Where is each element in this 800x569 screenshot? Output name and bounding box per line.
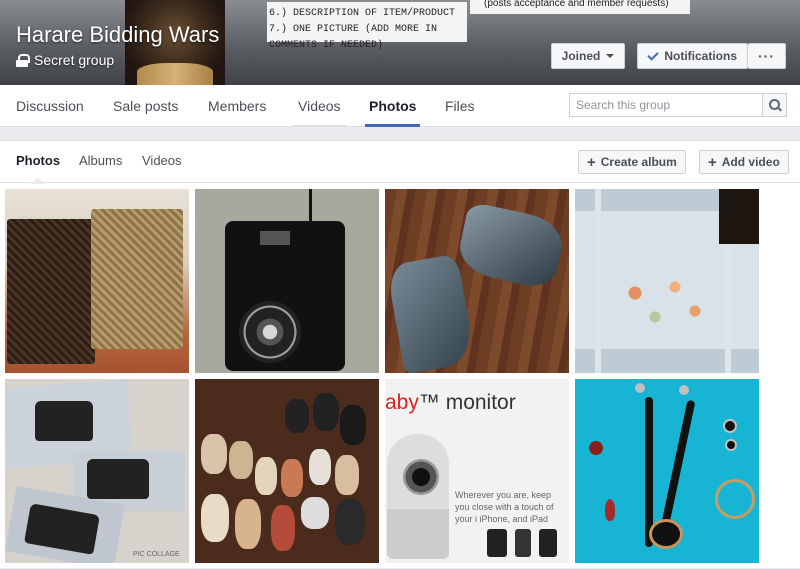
more-button[interactable]: ··· xyxy=(748,43,786,69)
photo-camera[interactable] xyxy=(195,189,379,373)
privacy-label: Secret group xyxy=(34,52,115,68)
group-name[interactable]: Harare Bidding Wars xyxy=(16,22,219,48)
check-icon xyxy=(647,48,659,61)
cover-rules-text: 6.) DESCRIPTION OF ITEM/PRODUCT 7.) ONE … xyxy=(267,2,467,51)
photo-jewelry[interactable] xyxy=(575,379,759,563)
photo-grid: PIC COLLAGE aby™ monitor Wherever you ar… xyxy=(5,189,795,569)
photos-section: Photos Albums Videos + Create album + Ad… xyxy=(0,140,800,568)
photo-baby-monitor[interactable]: aby™ monitor Wherever you are, keep you … xyxy=(385,379,569,563)
subtab-albums[interactable]: Albums xyxy=(79,141,122,183)
group-search xyxy=(569,93,787,117)
photos-subtabs: Photos Albums Videos + Create album + Ad… xyxy=(0,141,800,184)
photo-baskets[interactable] xyxy=(5,189,189,373)
add-video-label: Add video xyxy=(721,155,780,169)
add-video-button[interactable]: + Add video xyxy=(699,150,789,174)
tab-sale-posts[interactable]: Sale posts xyxy=(113,85,178,127)
create-album-label: Create album xyxy=(600,155,677,169)
notifications-label: Notifications xyxy=(664,49,737,63)
tab-files[interactable]: Files xyxy=(445,85,475,127)
monitor-copy: Wherever you are, keep you close with a … xyxy=(455,490,554,524)
photo-boots[interactable] xyxy=(385,189,569,373)
photo-shoes[interactable] xyxy=(195,379,379,563)
photo-blanket[interactable] xyxy=(575,189,759,373)
notifications-button[interactable]: Notifications xyxy=(637,43,748,69)
monitor-heading: aby™ monitor xyxy=(385,391,516,414)
group-nav: Discussion Sale posts Members Videos Pho… xyxy=(0,85,800,127)
create-album-button[interactable]: + Create album xyxy=(578,150,686,174)
cover-rule-6: 6.) DESCRIPTION OF ITEM/PRODUCT xyxy=(269,8,456,19)
plus-icon: + xyxy=(708,153,717,171)
collage-watermark: PIC COLLAGE xyxy=(133,551,180,558)
joined-button[interactable]: Joined xyxy=(550,43,626,69)
cover-rules-right: (posts acceptance and member requests) xyxy=(470,0,690,14)
subtab-videos[interactable]: Videos xyxy=(142,141,182,183)
search-icon[interactable] xyxy=(762,94,786,116)
subtab-photos[interactable]: Photos xyxy=(16,141,60,184)
tab-photos[interactable]: Photos xyxy=(364,85,421,127)
search-input[interactable] xyxy=(570,94,762,116)
group-cover: 6.) DESCRIPTION OF ITEM/PRODUCT 7.) ONE … xyxy=(0,0,800,85)
tab-videos[interactable]: Videos xyxy=(292,85,347,127)
cover-rule-7: 7.) ONE PICTURE (ADD MORE IN COMMENTS IF… xyxy=(269,24,438,51)
tab-discussion[interactable]: Discussion xyxy=(16,85,84,127)
tab-members[interactable]: Members xyxy=(208,85,266,127)
group-privacy: Secret group xyxy=(16,52,114,68)
lock-icon xyxy=(16,53,30,67)
joined-label: Joined xyxy=(561,49,601,63)
caret-down-icon xyxy=(606,54,615,58)
plus-icon: + xyxy=(587,153,596,171)
photo-handbags[interactable]: PIC COLLAGE xyxy=(5,379,189,563)
more-icon: ··· xyxy=(758,48,775,64)
